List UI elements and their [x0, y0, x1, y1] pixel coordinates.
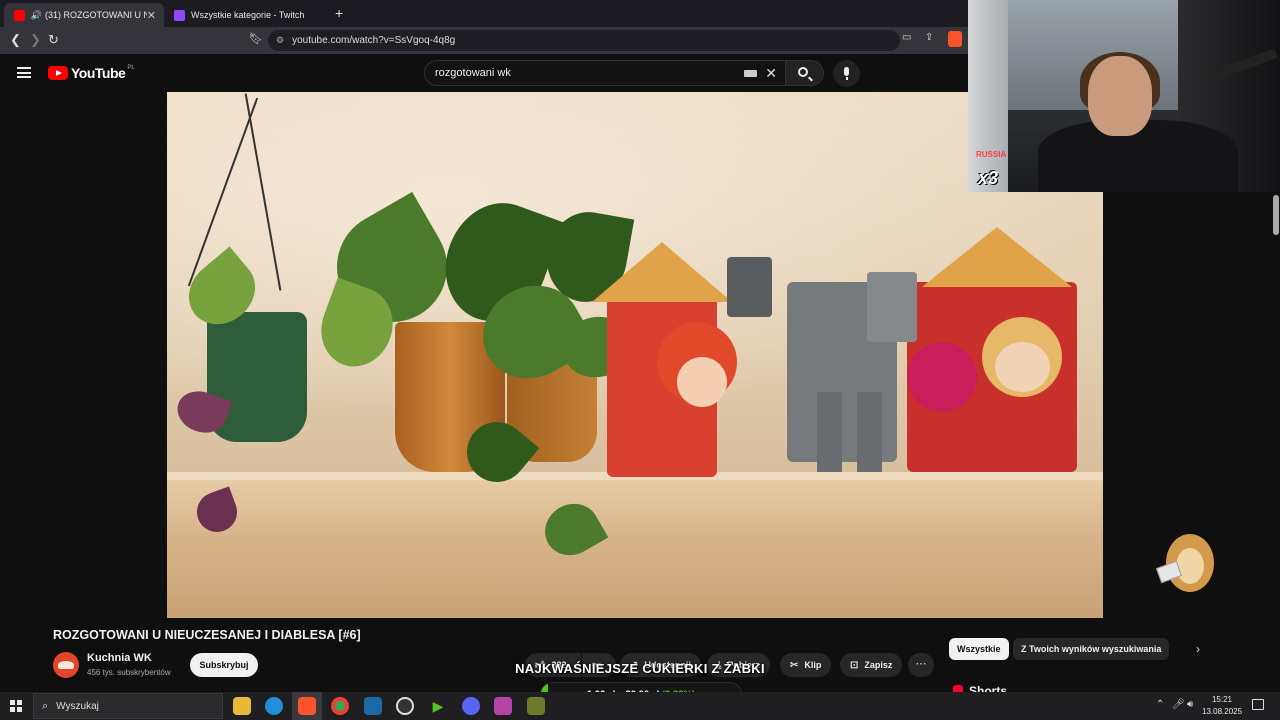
hamster-mascot — [1155, 528, 1218, 600]
more-actions-icon[interactable]: ⋯ — [908, 653, 934, 677]
subscribe-button[interactable]: Subskrybuj — [190, 653, 258, 677]
game-icon[interactable] — [527, 697, 545, 715]
tab-youtube[interactable]: 🔊 (31) ROZGOTOWANI U NIEUC ✕ — [4, 3, 164, 27]
youtube-play-icon — [48, 66, 68, 80]
cam-shelf — [968, 0, 1008, 192]
shelf — [167, 480, 1103, 618]
close-tab-icon[interactable]: ✕ — [147, 9, 156, 22]
menu-icon[interactable] — [17, 67, 31, 78]
video-info: ROZGOTOWANI U NIEUCZESANEJ I DIABLESA [#… — [0, 618, 1280, 698]
scrollbar-thumb[interactable] — [1273, 195, 1279, 235]
video-player[interactable] — [167, 92, 1103, 618]
youtube-header: YouTube PL rozgotowani wk ✕ — [0, 54, 968, 92]
cast-icon[interactable]: ▭ — [902, 32, 911, 43]
forward-icon[interactable]: ❯ — [30, 32, 41, 48]
chevron-right-icon[interactable]: › — [1196, 642, 1200, 656]
tab-title: (31) ROZGOTOWANI U NIEUC — [44, 10, 147, 20]
save-button[interactable]: ⊡ Zapisz — [840, 653, 903, 677]
clock-time: 15:21 — [1211, 695, 1233, 704]
clear-search-icon[interactable]: ✕ — [765, 65, 777, 82]
page-scrollbar[interactable] — [1272, 193, 1280, 693]
combo-tag: RUSSIA — [976, 150, 1007, 159]
discord-icon[interactable] — [462, 697, 480, 715]
figure-hair — [907, 342, 977, 412]
search-icon: ⌕ — [42, 699, 49, 712]
chip-from-search[interactable]: Z Twoich wyników wyszukiwania — [1013, 638, 1170, 660]
play-app-icon[interactable]: ▶ — [429, 697, 447, 715]
tab-twitch[interactable]: Wszystkie kategorie - Twitch — [164, 3, 329, 27]
chrome-icon[interactable] — [331, 697, 349, 715]
toy-roof — [922, 227, 1072, 287]
edge-icon[interactable] — [265, 697, 283, 715]
tab-title: Wszystkie kategorie - Twitch — [191, 10, 305, 20]
search-button[interactable] — [786, 60, 824, 86]
address-bar[interactable]: ⚙ youtube.com/watch?v=SsVgoq-4q8g — [268, 30, 900, 51]
keyboard-icon[interactable] — [744, 70, 757, 77]
save-label: Zapisz — [864, 660, 893, 670]
clip-label: Klip — [804, 660, 822, 670]
taskbar-search-placeholder: Wyszukaj — [56, 700, 99, 712]
figure-face — [677, 357, 727, 407]
chip-all[interactable]: Wszystkie — [949, 638, 1009, 660]
app-icon[interactable] — [494, 697, 512, 715]
webcam-overlay: RUSSIA x3 — [968, 0, 1280, 192]
back-icon[interactable]: ❮ — [10, 32, 21, 48]
youtube-favicon-icon — [14, 9, 25, 21]
browser-toolbar: ❮ ❯ ↻ 🔖︎ ⚙ youtube.com/watch?v=SsVgoq-4q… — [0, 27, 968, 54]
twitch-favicon-icon — [174, 9, 185, 21]
notifications-icon[interactable] — [1252, 699, 1264, 710]
brave-shield-icon[interactable] — [948, 31, 962, 47]
obs-icon[interactable] — [396, 697, 414, 715]
video-title: ROZGOTOWANI U NIEUCZESANEJ I DIABLESA [#… — [53, 628, 361, 642]
youtube-logo[interactable]: YouTube PL — [48, 65, 135, 81]
share-page-icon[interactable]: ⇪ — [925, 32, 933, 43]
hamster-belly — [1176, 548, 1204, 584]
robot-leg — [857, 392, 882, 472]
show-hidden-icons-icon[interactable]: ⌃ — [1156, 699, 1164, 710]
streamer-face — [1088, 56, 1152, 136]
reload-icon[interactable]: ↻ — [48, 32, 59, 48]
channel-name[interactable]: Kuchnia WK — [87, 652, 152, 664]
voice-search-button[interactable] — [833, 60, 860, 87]
search-icon — [798, 67, 808, 77]
windows-taskbar: ⌕ Wyszukaj ▶ ⌃ 🎤︎ 🔊︎ 15:21 13.08.2025 — [0, 692, 1280, 720]
donation-goal-title: NAJKWAŚNIEJSZE CUKIERKI Z ŻABKI — [515, 661, 765, 676]
bookmark-icon[interactable]: 🔖︎ — [249, 32, 263, 45]
new-tab-icon[interactable]: + — [335, 5, 343, 21]
clock-date: 13.08.2025 — [1202, 707, 1243, 716]
channel-avatar[interactable] — [53, 652, 79, 678]
bookmark-save-icon: ⊡ — [850, 659, 859, 671]
robot-arm — [867, 272, 917, 342]
robot-arm — [727, 257, 772, 317]
toy-roof — [592, 242, 732, 302]
url-text: youtube.com/watch?v=SsVgoq-4q8g — [292, 35, 456, 46]
taskbar-clock[interactable]: 15:21 13.08.2025 — [1202, 694, 1242, 718]
speaker-icon[interactable]: 🔊 — [31, 10, 42, 21]
browser-tab-strip: 🔊 (31) ROZGOTOWANI U NIEUC ✕ Wszystkie k… — [0, 0, 968, 27]
microphone-icon — [844, 67, 849, 80]
taskbar-search[interactable]: ⌕ Wyszukaj — [33, 693, 223, 719]
channel-subscribers: 456 tys. subskrybentów — [87, 668, 171, 677]
logo-country: PL — [127, 65, 135, 71]
scissors-icon: ✂ — [790, 659, 799, 671]
windows-start-icon[interactable] — [10, 700, 22, 712]
logo-text: YouTube — [71, 65, 126, 81]
brave-icon[interactable] — [298, 697, 316, 715]
microphone-tray-icon[interactable]: 🎤︎ — [1172, 699, 1185, 710]
figure-face — [995, 342, 1050, 392]
robot-leg — [817, 392, 842, 472]
steam-icon[interactable] — [364, 697, 382, 715]
search-input[interactable]: rozgotowani wk ✕ — [424, 60, 786, 86]
site-info-icon[interactable]: ⚙ — [276, 35, 284, 46]
volume-icon[interactable]: 🔊︎ — [1187, 699, 1193, 710]
search-value: rozgotowani wk — [435, 67, 511, 79]
combo-counter: x3 — [978, 168, 999, 188]
file-explorer-icon[interactable] — [233, 697, 251, 715]
